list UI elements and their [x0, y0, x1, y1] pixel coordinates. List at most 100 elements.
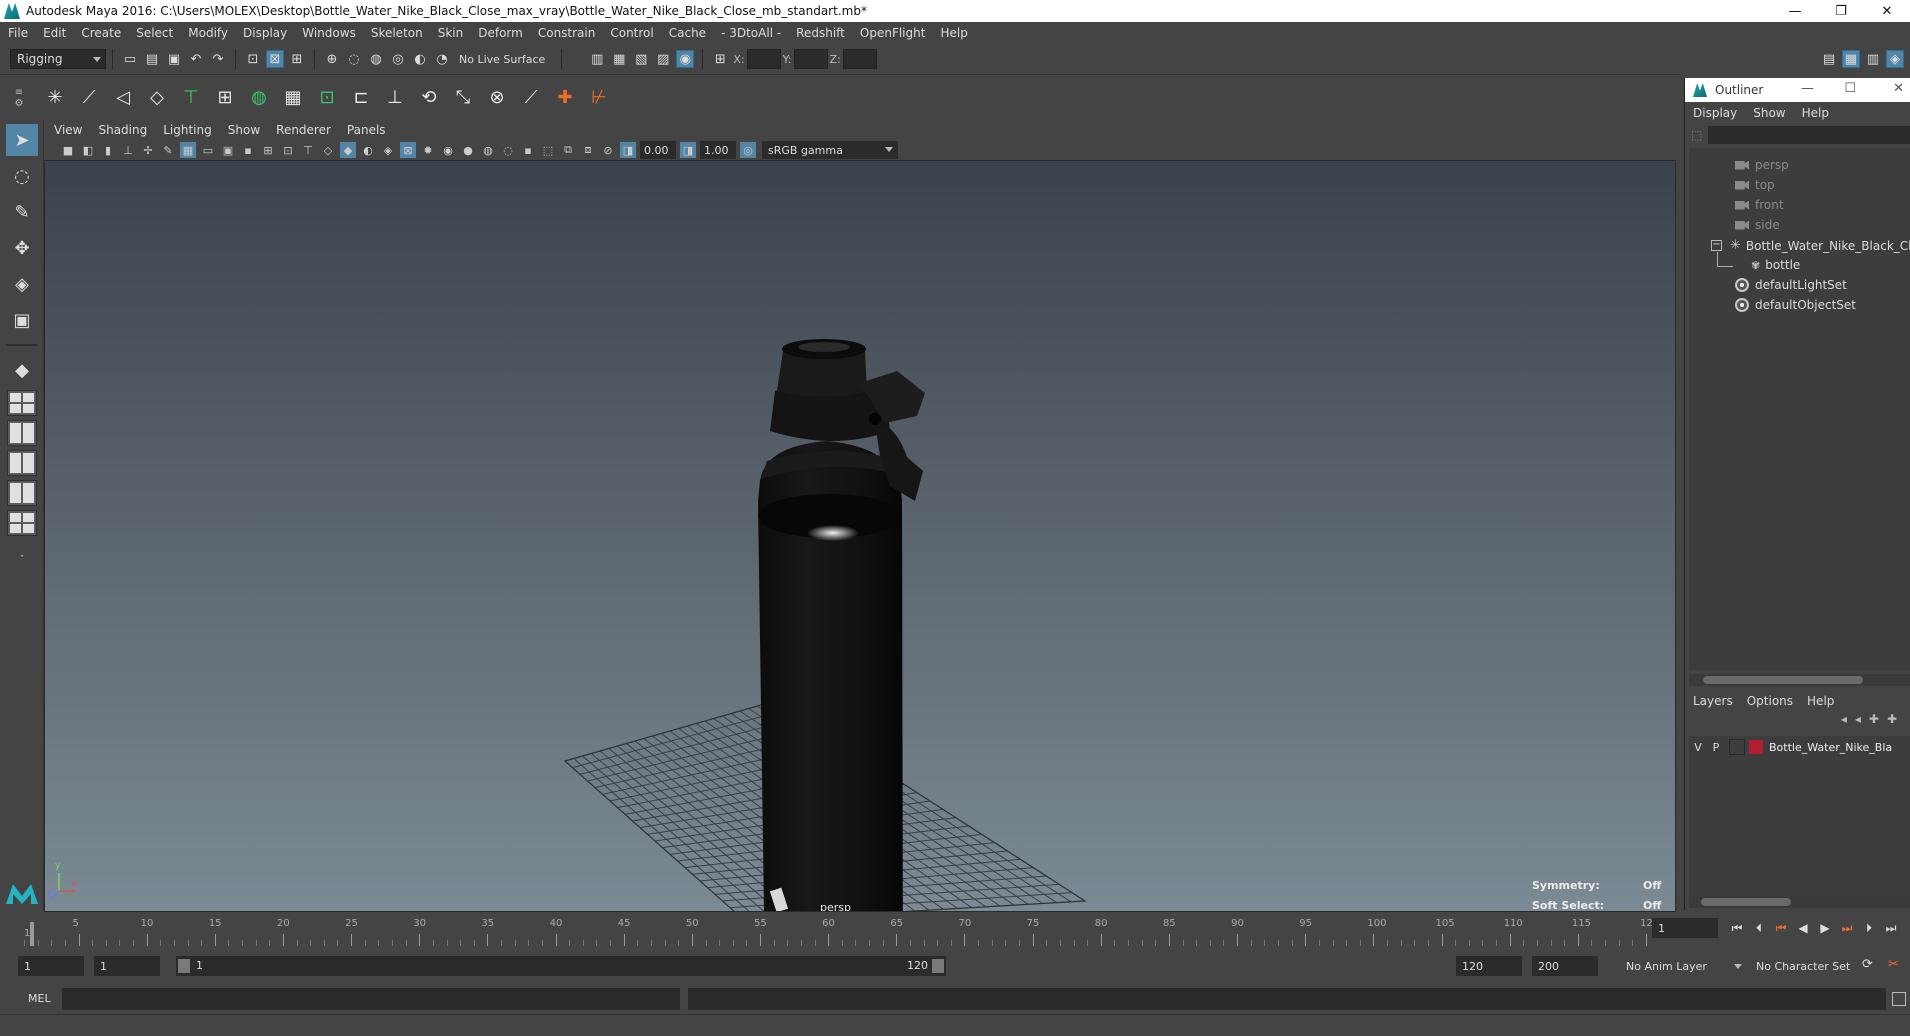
outliner-tree[interactable]: persp top front side − ✳ Bottle_Water_Ni…: [1689, 148, 1910, 670]
rotate-tool-icon[interactable]: ◈: [6, 268, 38, 300]
menu-skin[interactable]: Skin: [438, 26, 464, 40]
go-to-start-icon[interactable]: ⏮: [1726, 918, 1748, 938]
playback-start-field[interactable]: 1: [94, 956, 160, 976]
hypershade-icon[interactable]: ◉: [676, 50, 695, 68]
graph-persp-layout-icon[interactable]: [7, 480, 37, 506]
select-hierarchy-icon[interactable]: ⊡: [244, 50, 262, 68]
layers-menu-options[interactable]: Options: [1747, 694, 1793, 708]
layer-playback-toggle[interactable]: P: [1707, 741, 1725, 754]
snap-curve-icon[interactable]: ◌: [345, 50, 363, 68]
script-editor-icon[interactable]: [1892, 992, 1906, 1006]
command-input[interactable]: [62, 988, 680, 1010]
minimize-button[interactable]: —: [1772, 0, 1818, 22]
menu-windows[interactable]: Windows: [302, 26, 356, 40]
snap-point-icon[interactable]: ◍: [367, 50, 385, 68]
animation-prefs-icon[interactable]: ✂: [1888, 957, 1899, 972]
step-forward-key-icon[interactable]: ⏭: [1836, 918, 1858, 938]
film-gate-icon[interactable]: ▭: [200, 142, 216, 158]
isolate-select-icon[interactable]: ⬚: [540, 142, 556, 158]
new-layer-selected-icon[interactable]: ✚: [1887, 712, 1897, 732]
lattice-icon[interactable]: ▦: [278, 83, 308, 113]
character-set-dropdown[interactable]: No Character Set: [1750, 956, 1874, 976]
new-scene-icon[interactable]: ▭: [121, 50, 139, 68]
close-button[interactable]: ✕: [1864, 0, 1910, 22]
cluster-icon[interactable]: ⊡: [312, 83, 342, 113]
menu-set-dropdown[interactable]: Rigging: [10, 49, 106, 69]
open-scene-icon[interactable]: ▤: [143, 50, 161, 68]
viewport-persp[interactable]: persp x y z Symmetry: Off Soft Select: O…: [44, 160, 1676, 912]
locator-icon[interactable]: ⊤: [176, 83, 206, 113]
move-layer-down-icon[interactable]: ◂: [1855, 712, 1861, 732]
playback-end-field[interactable]: 120: [1456, 956, 1522, 976]
outliner-persp-layout-icon[interactable]: [7, 450, 37, 476]
smooth-shade-icon[interactable]: ◆: [340, 142, 356, 158]
auto-key-icon[interactable]: ⟳: [1862, 957, 1873, 972]
step-back-frame-icon[interactable]: ⏴: [1748, 918, 1770, 938]
scale-tool-icon[interactable]: ▣: [6, 304, 38, 336]
search-options-icon[interactable]: ⬚: [1691, 128, 1702, 142]
modeling-toolkit-icon[interactable]: ◈: [1886, 50, 1904, 68]
animation-start-field[interactable]: 1: [18, 956, 84, 976]
channel-box-icon[interactable]: ▦: [1842, 50, 1860, 68]
menu-create[interactable]: Create: [81, 26, 121, 40]
go-to-end-icon[interactable]: ⏭: [1880, 918, 1902, 938]
menu-file[interactable]: File: [8, 26, 28, 40]
outliner-item-side[interactable]: side: [1735, 218, 1780, 232]
script-language-label[interactable]: MEL: [28, 992, 51, 1005]
color-management-icon[interactable]: ◎: [740, 142, 756, 158]
outliner-item-default-object-set[interactable]: defaultObjectSet: [1735, 298, 1856, 312]
exposure-icon[interactable]: ◨: [620, 142, 636, 158]
new-layer-icon[interactable]: ✚: [1869, 712, 1879, 732]
shadows-icon[interactable]: ◉: [440, 142, 456, 158]
bind-skin-icon[interactable]: ⊞: [210, 83, 240, 113]
outliner-horizontal-scrollbar[interactable]: [1689, 674, 1910, 686]
current-frame-field[interactable]: 1: [1652, 918, 1718, 938]
ik-spline-icon[interactable]: ◁: [108, 83, 138, 113]
outliner-item-persp[interactable]: persp: [1735, 158, 1789, 172]
outliner-item-front[interactable]: front: [1735, 198, 1784, 212]
play-forwards-icon[interactable]: ▶: [1814, 918, 1836, 938]
four-view-layout-icon[interactable]: [7, 390, 37, 416]
add-attribute-icon[interactable]: ✚: [550, 83, 580, 113]
menu-skeleton[interactable]: Skeleton: [371, 26, 423, 40]
render-settings-icon[interactable]: ▥: [588, 50, 606, 68]
grid-toggle-icon[interactable]: ▦: [180, 142, 196, 158]
panel-menu-show[interactable]: Show: [228, 123, 260, 137]
outliner-menu-show[interactable]: Show: [1753, 106, 1785, 120]
use-all-lights-icon[interactable]: ✹: [420, 142, 436, 158]
field-chart-icon[interactable]: ⊞: [260, 142, 276, 158]
outliner-menu-display[interactable]: Display: [1693, 106, 1737, 120]
menu-redshift[interactable]: Redshift: [796, 26, 845, 40]
anim-layer-dropdown[interactable]: No Anim Layer: [1620, 956, 1744, 976]
image-plane-icon[interactable]: ⊥: [120, 142, 136, 158]
motion-blur-icon[interactable]: ◍: [480, 142, 496, 158]
menu-select[interactable]: Select: [136, 26, 173, 40]
snap-view-icon[interactable]: ◎: [389, 50, 407, 68]
move-layer-up-icon[interactable]: ◂: [1841, 712, 1847, 732]
screen-space-ao-icon[interactable]: ●: [460, 142, 476, 158]
outliner-close-icon[interactable]: ✕: [1893, 81, 1904, 96]
default-material-icon[interactable]: ◐: [360, 142, 376, 158]
more-layouts-icon[interactable]: ·: [6, 540, 38, 572]
undo-icon[interactable]: ↶: [187, 50, 205, 68]
menu-cache[interactable]: Cache: [669, 26, 706, 40]
outliner-item-top[interactable]: top: [1735, 178, 1775, 192]
panel-menu-panels[interactable]: Panels: [347, 123, 386, 137]
menu-modify[interactable]: Modify: [188, 26, 228, 40]
single-view-layout-icon[interactable]: ◆: [6, 354, 38, 386]
paint-select-icon[interactable]: ✎: [6, 196, 38, 228]
mirror-joint-icon[interactable]: ◇: [142, 83, 172, 113]
layers-horizontal-scrollbar[interactable]: [1689, 896, 1910, 908]
make-live-icon[interactable]: ◔: [433, 50, 451, 68]
menu-openflight[interactable]: OpenFlight: [860, 26, 926, 40]
snap-grid-icon[interactable]: ⊕: [323, 50, 341, 68]
layers-menu-layers[interactable]: Layers: [1693, 694, 1733, 708]
hypershade-persp-layout-icon[interactable]: [7, 510, 37, 536]
layer-row[interactable]: V P Bottle_Water_Nike_Bla: [1689, 736, 1910, 758]
menu-3dtoall[interactable]: - 3DtoAll -: [721, 26, 781, 40]
menu-display[interactable]: Display: [243, 26, 287, 40]
z-field[interactable]: [842, 49, 877, 69]
panel-menu-view[interactable]: View: [54, 123, 82, 137]
menu-constrain[interactable]: Constrain: [538, 26, 596, 40]
gate-mask-icon[interactable]: ▪: [240, 142, 256, 158]
